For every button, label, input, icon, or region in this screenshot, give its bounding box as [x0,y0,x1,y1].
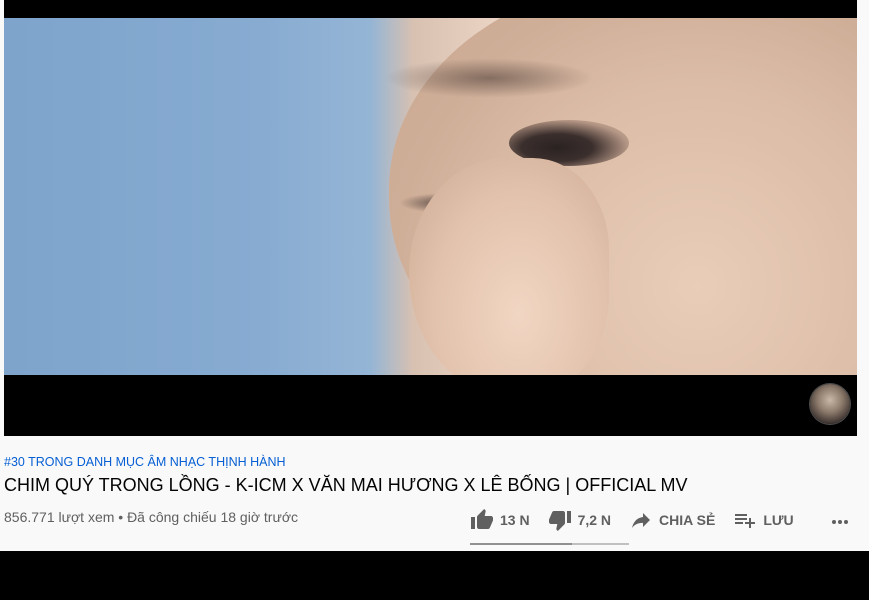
like-count: 13 N [500,512,530,528]
bottom-dark-area [0,551,869,600]
share-label: CHIA SẺ [659,512,716,528]
channel-watermark-avatar[interactable] [810,384,850,424]
video-nose [409,158,609,375]
dislike-count: 7,2 N [577,512,612,528]
sentiment-bar-likes [470,543,572,545]
playlist-add-icon [735,514,756,528]
view-count-date: 856.771 lượt xem • Đã công chiếu 18 giờ … [4,509,298,525]
save-button[interactable]: LƯU [733,508,794,532]
video-brow [384,58,594,98]
share-arrow-icon [632,513,651,528]
action-bar: 13 N 7,2 N CHIA SẺ LƯU [470,506,812,534]
trending-hashtag-link[interactable]: #30 TRONG DANH MỤC ÂM NHẠC THỊNH HÀNH [4,455,286,469]
like-button[interactable]: 13 N [470,508,530,532]
dislike-button[interactable]: 7,2 N [548,508,611,532]
share-button[interactable]: CHIA SẺ [629,508,715,532]
sentiment-bar [470,543,629,545]
watch-page: #30 TRONG DANH MỤC ÂM NHẠC THỊNH HÀNH CH… [0,0,869,600]
thumbs-down-icon [548,511,571,531]
more-actions-button[interactable] [828,510,852,534]
more-horizontal-icon [832,520,848,524]
save-label: LƯU [763,512,794,528]
video-player[interactable] [4,0,857,436]
video-frame[interactable] [4,18,857,375]
video-title: CHIM QUÝ TRONG LỒNG - K-ICM X VĂN MAI HƯ… [4,475,688,495]
thumbs-up-icon [471,509,493,529]
